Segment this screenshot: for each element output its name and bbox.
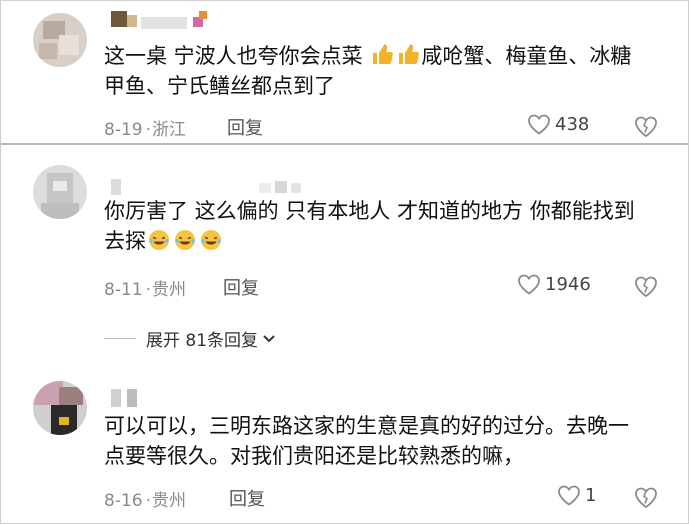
chevron-down-icon	[263, 334, 275, 342]
thumbs-up-icon	[399, 44, 420, 64]
meta-separator: ·	[145, 280, 151, 300]
comment-meta: 8-16 ·贵州	[104, 486, 186, 511]
expand-replies-label: 展开 81条回复	[146, 331, 259, 351]
comment-meta: 8-11 ·贵州	[104, 275, 186, 300]
comment-text: 可以可以，三明东路这家的生意是真的好的过分。去晚一点要等很久。对我们贵阳还是比较…	[104, 411, 648, 471]
like-button[interactable]: 1	[557, 484, 596, 506]
like-button[interactable]: 1946	[517, 273, 591, 295]
like-count: 438	[555, 113, 590, 135]
heart-icon	[528, 114, 550, 135]
expand-replies-button[interactable]: 展开 81条回复	[104, 326, 276, 351]
reply-button[interactable]: 回复	[229, 485, 265, 511]
crying-laughing-icon	[175, 230, 195, 250]
comment-location: 浙江	[152, 120, 186, 140]
heart-icon	[558, 485, 580, 506]
comment-text-part: 这一桌 宁波人也夸你会点菜	[104, 44, 370, 68]
reply-button[interactable]: 回复	[227, 114, 263, 140]
crying-laughing-icon	[201, 230, 221, 250]
meta-separator: ·	[145, 120, 151, 140]
dislike-heart-icon[interactable]	[633, 113, 659, 139]
like-count: 1946	[545, 273, 591, 295]
avatar[interactable]	[33, 381, 87, 435]
comment-date: 8-16	[104, 491, 143, 511]
comment-meta: 8-19 ·浙江	[104, 115, 186, 140]
comment-text-body: 可以可以，三明东路这家的生意是真的好的过分。去晚一点要等很久。对我们贵阳还是比较…	[104, 414, 629, 468]
dislike-heart-icon[interactable]	[633, 484, 659, 510]
comment-item: 这一桌 宁波人也夸你会点菜 咸呛蟹、梅童鱼、冰糖甲鱼、宁氏鳝丝都点到了 8-19…	[1, 1, 688, 143]
reply-button[interactable]: 回复	[223, 274, 259, 300]
dislike-heart-icon[interactable]	[633, 273, 659, 299]
username-blurred[interactable]	[111, 11, 211, 31]
comment-location: 贵州	[152, 280, 186, 300]
like-count: 1	[585, 484, 597, 506]
comment-text: 这一桌 宁波人也夸你会点菜 咸呛蟹、梅童鱼、冰糖甲鱼、宁氏鳝丝都点到了	[104, 41, 648, 101]
comment-section: 这一桌 宁波人也夸你会点菜 咸呛蟹、梅童鱼、冰糖甲鱼、宁氏鳝丝都点到了 8-19…	[0, 0, 689, 524]
crying-laughing-icon	[149, 230, 169, 250]
like-button[interactable]: 438	[527, 113, 589, 135]
username-blurred[interactable]	[111, 389, 151, 409]
comment-date: 8-11	[104, 280, 143, 300]
meta-separator: ·	[145, 491, 151, 511]
heart-icon	[518, 274, 540, 295]
avatar[interactable]	[33, 165, 87, 219]
comment-date: 8-19	[104, 120, 143, 140]
comment-location: 贵州	[152, 491, 186, 511]
comment-item: 可以可以，三明东路这家的生意是真的好的过分。去晚一点要等很久。对我们贵阳还是比较…	[1, 371, 688, 525]
thumbs-up-icon	[373, 44, 394, 64]
expand-line	[104, 338, 136, 339]
avatar[interactable]	[33, 13, 87, 67]
comment-text: 你厉害了 这么偏的 只有本地人 才知道的地方 你都能找到去探	[104, 196, 648, 256]
